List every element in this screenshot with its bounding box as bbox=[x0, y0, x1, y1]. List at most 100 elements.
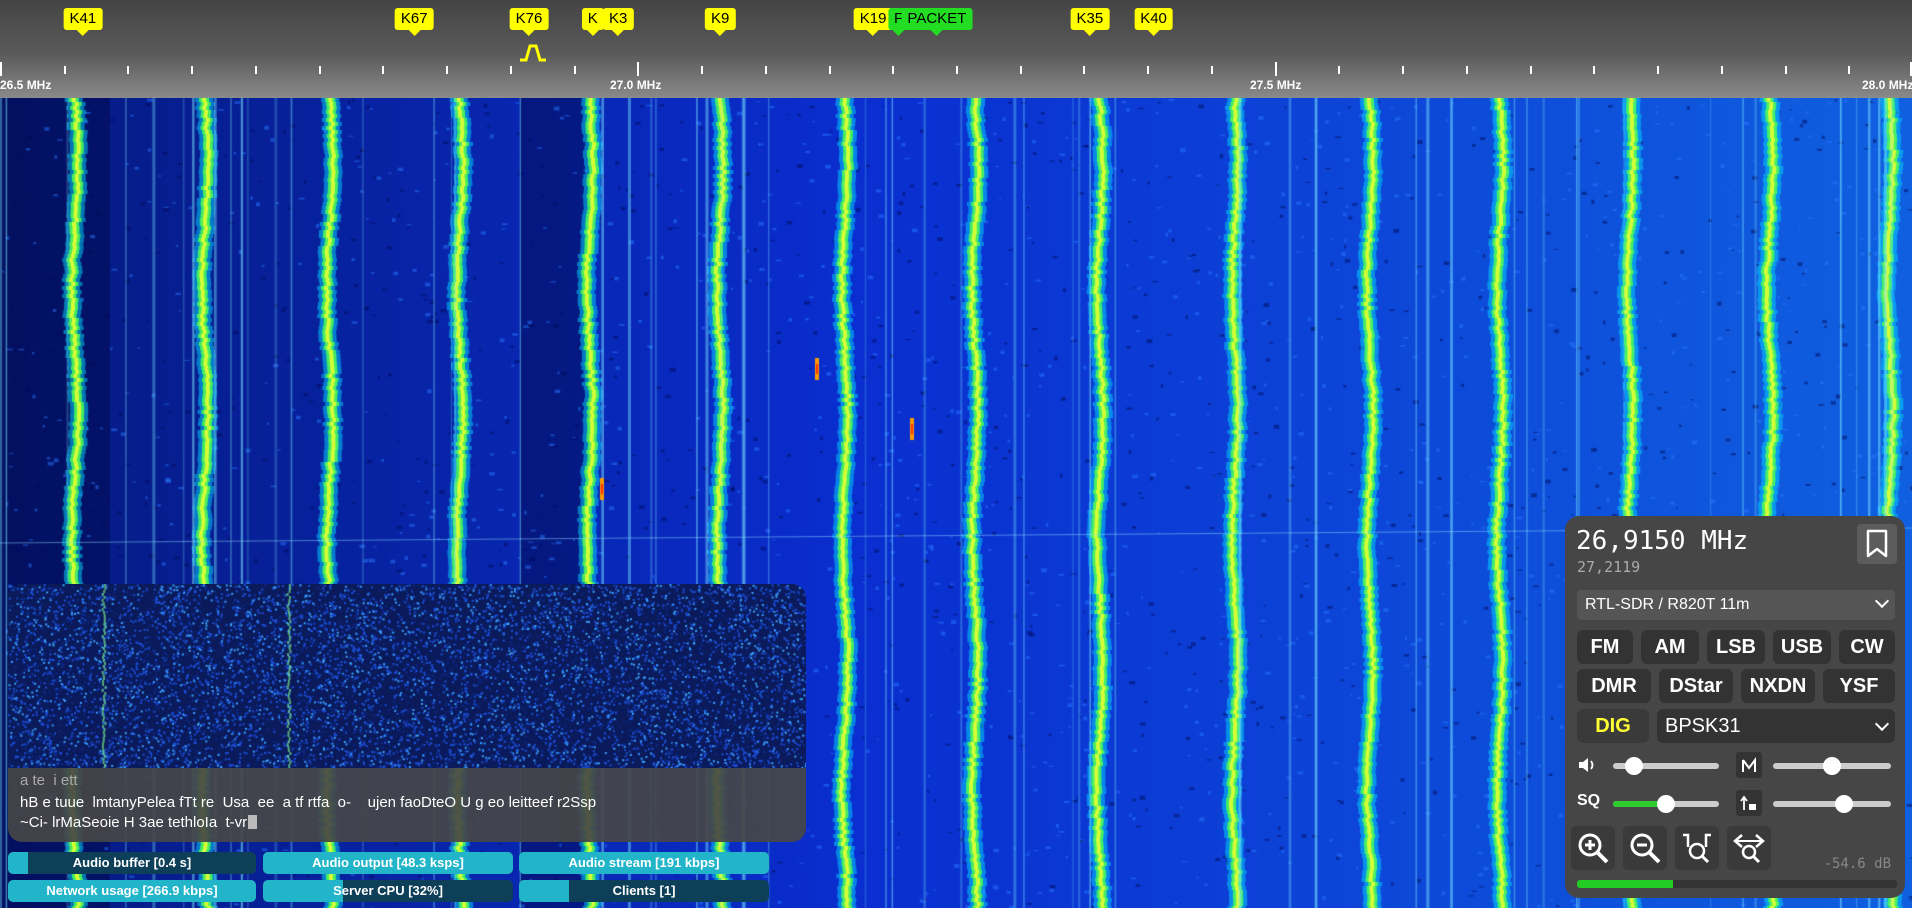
mode-dmr-button[interactable]: DMR bbox=[1577, 669, 1651, 703]
scale-tick bbox=[573, 66, 576, 74]
bookmark-marker[interactable]: K3 bbox=[603, 8, 634, 36]
scale-tick bbox=[191, 66, 194, 74]
scale-tick bbox=[701, 66, 704, 74]
bookmark-marker[interactable]: K40 bbox=[1134, 8, 1173, 36]
volume-slider[interactable] bbox=[1613, 757, 1719, 775]
server-cpu-label: Server CPU [32%] bbox=[333, 883, 443, 898]
mode-dig-button[interactable]: DIG bbox=[1577, 709, 1649, 743]
audio-stream-label: Audio stream [191 kbps] bbox=[568, 855, 720, 870]
bookmark-marker[interactable]: K19 bbox=[853, 8, 893, 36]
scale-tick bbox=[1657, 66, 1660, 74]
s-meter-fill bbox=[1577, 880, 1673, 888]
clients-bar: Clients [1] bbox=[519, 880, 769, 902]
zoom-reset-icon bbox=[1733, 834, 1765, 864]
zoom-out-button[interactable] bbox=[1623, 826, 1667, 870]
zoom-reset-button[interactable] bbox=[1727, 826, 1771, 870]
bookmark-marker[interactable]: K67 bbox=[394, 8, 434, 36]
scale-tick bbox=[446, 66, 449, 74]
scale-label-27-5: 27.5 MHz bbox=[1250, 78, 1302, 92]
scale-tick bbox=[1402, 66, 1405, 74]
noise-reduction-icon bbox=[1742, 757, 1756, 772]
chevron-down-icon bbox=[1874, 716, 1890, 732]
bookmark-marker[interactable]: K76 bbox=[509, 8, 549, 36]
scale-tick bbox=[764, 66, 767, 74]
scale-tick bbox=[318, 66, 321, 74]
scale-label-27-0: 27.0 MHz bbox=[610, 78, 662, 92]
bookmark-button[interactable] bbox=[1857, 524, 1897, 564]
digimode-select[interactable]: BPSK31 bbox=[1657, 709, 1895, 743]
text-cursor bbox=[248, 815, 258, 829]
scale-tick bbox=[1848, 66, 1851, 74]
audio-output-label: Audio output [48.3 ksps] bbox=[312, 855, 464, 870]
squelch-slider[interactable] bbox=[1613, 795, 1719, 813]
scale-tick bbox=[1465, 66, 1468, 74]
zoom-out-icon bbox=[1630, 833, 1661, 864]
scale-tick bbox=[254, 66, 257, 74]
scale-tick bbox=[382, 66, 385, 74]
mode-dstar-button[interactable]: DStar bbox=[1659, 669, 1733, 703]
zoom-in-button[interactable] bbox=[1571, 826, 1615, 870]
scale-label-28-0: 28.0 MHz bbox=[1862, 78, 1912, 92]
agc-slider[interactable] bbox=[1773, 795, 1891, 813]
scale-label-26-5: 26.5 MHz bbox=[0, 78, 52, 92]
mode-ysf-button[interactable]: YSF bbox=[1823, 669, 1895, 703]
bookmark-marker[interactable]: K9 bbox=[704, 8, 736, 36]
profile-select[interactable]: RTL-SDR / R820T 11m bbox=[1577, 590, 1895, 620]
scale-tick bbox=[0, 62, 2, 76]
agc-slider-knob[interactable] bbox=[1834, 795, 1853, 813]
volume-icon[interactable] bbox=[1577, 756, 1597, 774]
frequency-display[interactable]: 26,9150 MHz bbox=[1576, 526, 1748, 556]
noise-reduction-slider-knob[interactable] bbox=[1823, 757, 1841, 775]
mode-nxdn-button[interactable]: NXDN bbox=[1741, 669, 1815, 703]
scale-tick bbox=[1338, 66, 1341, 74]
agc-button[interactable] bbox=[1736, 790, 1762, 816]
digimode-decoder-panel: a te i ett hB e tuue lmtanyPelea fTt re … bbox=[8, 584, 806, 842]
noise-reduction-slider[interactable] bbox=[1773, 757, 1891, 775]
tuning-marker-icon[interactable] bbox=[518, 42, 548, 62]
clients-label: Clients [1] bbox=[612, 883, 676, 898]
audio-stream-bar: Audio stream [191 kbps] bbox=[519, 852, 769, 874]
scale-tick bbox=[1019, 66, 1022, 74]
zoom-band-icon bbox=[1683, 833, 1711, 864]
bookmark-marker[interactable]: K41 bbox=[63, 8, 103, 36]
bookmark-marker[interactable]: K bbox=[581, 8, 604, 36]
decoder-status-text: a te i ett bbox=[20, 772, 78, 789]
scale-tick bbox=[127, 66, 130, 74]
bookmark-marker[interactable]: K35 bbox=[1070, 8, 1110, 36]
mode-lsb-button[interactable]: LSB bbox=[1707, 630, 1765, 664]
squelch-slider-knob[interactable] bbox=[1657, 795, 1675, 813]
scale-tick bbox=[1274, 62, 1277, 76]
decoder-output-line: hB e tuue lmtanyPelea fTt re Usa ee a tf… bbox=[20, 794, 597, 811]
mode-fm-button[interactable]: FM bbox=[1577, 630, 1633, 664]
frequency-offset: 27,2119 bbox=[1577, 558, 1641, 576]
scale-tick bbox=[1147, 66, 1150, 74]
bookmark-marker[interactable]: PACKET bbox=[901, 8, 973, 36]
squelch-label[interactable]: SQ bbox=[1577, 792, 1600, 810]
frequency-scale[interactable]: K41 K67 K76 K K3 K9 K19 F PACKET K35 K40 26.5 MHz … bbox=[0, 0, 1912, 98]
volume-slider-knob[interactable] bbox=[1625, 757, 1644, 775]
profile-value: RTL-SDR / R820T 11m bbox=[1585, 596, 1750, 613]
audio-buffer-label: Audio buffer [0.4 s] bbox=[72, 855, 192, 870]
scale-tick bbox=[892, 66, 895, 74]
mode-usb-button[interactable]: USB bbox=[1773, 630, 1831, 664]
network-usage-bar: Network usage [266.9 kbps] bbox=[8, 880, 256, 902]
agc-icon bbox=[1740, 795, 1756, 810]
scale-tick bbox=[828, 66, 831, 74]
scale-tick bbox=[956, 66, 958, 74]
scale-tick bbox=[1083, 66, 1086, 74]
mode-cw-button[interactable]: CW bbox=[1839, 630, 1895, 664]
scale-tick bbox=[1720, 66, 1723, 74]
scale-tick bbox=[637, 62, 640, 76]
scale-tick bbox=[1210, 66, 1213, 74]
audio-output-bar: Audio output [48.3 ksps] bbox=[263, 852, 513, 874]
mode-am-button[interactable]: AM bbox=[1641, 630, 1699, 664]
signal-level-readout: -54.6 dB bbox=[1823, 856, 1891, 872]
s-meter bbox=[1577, 880, 1897, 888]
scale-tick bbox=[1784, 66, 1787, 74]
bookmark-icon bbox=[1866, 529, 1888, 558]
scale-tick bbox=[1529, 66, 1532, 74]
decoder-output-line: ~Ci- lrMaSeoie H 3ae tethloIa t-vr bbox=[20, 814, 258, 831]
zoom-to-band-button[interactable] bbox=[1675, 826, 1719, 870]
noise-reduction-button[interactable] bbox=[1736, 752, 1762, 778]
zoom-in-icon bbox=[1578, 833, 1609, 864]
